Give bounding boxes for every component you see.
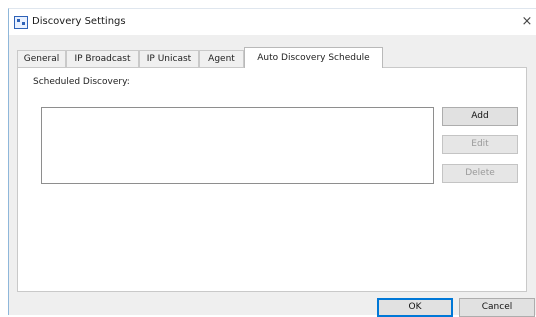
app-icon-block: [17, 19, 20, 22]
tab-general[interactable]: General: [17, 50, 66, 67]
close-icon[interactable]: ×: [520, 14, 534, 30]
discovery-settings-dialog: Discovery Settings × General IP Broadcas…: [8, 8, 536, 317]
discovery-app-icon: [14, 16, 28, 29]
tab-auto-discovery-schedule[interactable]: Auto Discovery Schedule: [244, 47, 383, 68]
tab-ip-unicast[interactable]: IP Unicast: [139, 50, 199, 67]
ok-button[interactable]: OK: [377, 298, 453, 317]
auto-discovery-schedule-panel: Scheduled Discovery: Add Edit Delete: [17, 67, 527, 292]
dialog-client-area: General IP Broadcast IP Unicast Agent Au…: [9, 35, 536, 317]
window-title: Discovery Settings: [32, 16, 126, 27]
edit-button[interactable]: Edit: [442, 135, 518, 154]
app-icon-block: [22, 22, 25, 25]
tab-ip-broadcast[interactable]: IP Broadcast: [66, 50, 139, 67]
scheduled-discovery-label: Scheduled Discovery:: [33, 77, 130, 87]
title-bar: Discovery Settings ×: [9, 9, 536, 35]
add-button[interactable]: Add: [442, 107, 518, 126]
delete-button[interactable]: Delete: [442, 164, 518, 183]
cancel-button[interactable]: Cancel: [459, 298, 535, 317]
tab-agent[interactable]: Agent: [199, 50, 244, 67]
scheduled-discovery-list[interactable]: [41, 107, 434, 184]
